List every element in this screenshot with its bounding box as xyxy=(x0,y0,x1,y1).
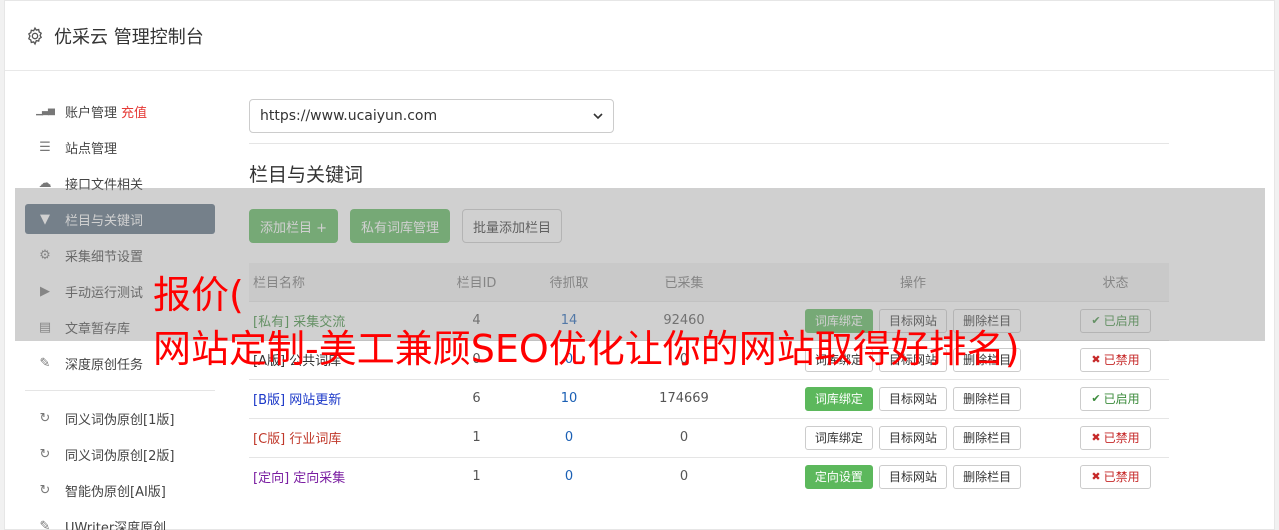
table-row: [C版] 行业词库 1 0 0 词库绑定 目标网站 删除栏目 ✖ 已禁用 xyxy=(249,417,1169,457)
table-row: [B版] 网站更新 6 10 174669 词库绑定 目标网站 删除栏目 ✔ 已启用 xyxy=(249,378,1169,418)
chevron-down-icon xyxy=(593,113,603,120)
row-status: ✖ 已禁用 xyxy=(1062,417,1169,457)
target-site-button[interactable]: 目标网站 xyxy=(878,464,947,489)
delete-column-button[interactable]: 删除栏目 xyxy=(953,425,1022,450)
bind-lib-button[interactable]: 词库绑定 xyxy=(804,386,873,411)
column-id: 1 xyxy=(419,417,534,457)
bar-chart-icon: ▁▃▅ xyxy=(36,106,55,116)
sidebar-item[interactable]: ✎ UWriter深度原创 xyxy=(25,511,215,530)
cross-icon: ✖ xyxy=(1091,353,1101,366)
gear-icon xyxy=(27,26,43,45)
sidebar-item[interactable]: ▁▃▅ 账户管理 充值 xyxy=(25,96,215,126)
refresh-icon: ↻ xyxy=(39,482,51,498)
collected-count: 0 xyxy=(604,417,764,457)
cross-icon: ✖ xyxy=(1091,431,1101,444)
edit-icon: ✎ xyxy=(39,518,51,530)
row-actions: 定向设置 目标网站 删除栏目 xyxy=(764,456,1062,496)
pending-count: 0 xyxy=(534,456,604,496)
status-toggle[interactable]: ✖ 已禁用 xyxy=(1080,347,1151,372)
bind-lib-button[interactable]: 词库绑定 xyxy=(804,425,873,450)
status-toggle[interactable]: ✔ 已启用 xyxy=(1080,386,1151,411)
cross-icon: ✖ xyxy=(1091,470,1101,484)
target-site-button[interactable]: 目标网站 xyxy=(878,425,947,450)
sidebar-item-label: 智能伪原创[AI版] xyxy=(65,484,166,500)
ad-text-line2: 网站定制-美工兼顾SEO优化让你的网站取得好排名) xyxy=(153,327,1020,371)
site-select[interactable]: https://www.ucaiyun.com xyxy=(249,99,614,133)
sidebar-item-label: UWriter深度原创 xyxy=(65,520,167,530)
section-title: 栏目与关键词 xyxy=(249,164,364,186)
sidebar-item[interactable]: ↻ 同义词伪原创[1版] xyxy=(25,403,215,433)
row-status: ✖ 已禁用 xyxy=(1062,456,1169,496)
row-status: ✔ 已启用 xyxy=(1062,378,1169,418)
row-actions: 词库绑定 目标网站 删除栏目 xyxy=(764,378,1062,418)
status-label: 已禁用 xyxy=(1103,431,1140,445)
sidebar-item-label: 同义词伪原创[1版] xyxy=(65,412,175,428)
edit-icon: ✎ xyxy=(39,355,51,371)
table-row: [定向] 定向采集 1 0 0 定向设置 目标网站 删除栏目 ✖ 已禁用 xyxy=(249,456,1169,496)
delete-column-button[interactable]: 删除栏目 xyxy=(953,464,1022,489)
divider xyxy=(249,143,1169,144)
status-toggle[interactable]: ✖ 已禁用 xyxy=(1080,464,1151,489)
recharge-link[interactable]: 充值 xyxy=(121,102,147,121)
sidebar-item-label: 同义词伪原创[2版] xyxy=(65,448,175,464)
sidebar-item-label: 站点管理 xyxy=(65,141,118,157)
ad-text: 报价( 网站定制-美工兼顾SEO优化让你的网站取得好排名) xyxy=(153,268,1020,376)
refresh-icon: ↻ xyxy=(39,446,51,462)
sidebar-item-label: 账户管理 xyxy=(65,105,118,121)
sidebar-item[interactable]: ↻ 同义词伪原创[2版] xyxy=(25,439,215,469)
column-name[interactable]: [C版] 行业词库 xyxy=(249,417,419,457)
status-label: 已启用 xyxy=(1103,392,1140,406)
target-site-button[interactable]: 目标网站 xyxy=(878,386,947,411)
status-toggle[interactable]: ✖ 已禁用 xyxy=(1080,425,1151,450)
bind-lib-button[interactable]: 定向设置 xyxy=(804,464,873,489)
pending-count: 10 xyxy=(534,378,604,418)
row-status: ✖ 已禁用 xyxy=(1062,339,1169,379)
column-id: 1 xyxy=(419,456,534,496)
check-icon: ✔ xyxy=(1091,392,1101,405)
column-name[interactable]: [B版] 网站更新 xyxy=(249,378,419,418)
refresh-icon: ↻ xyxy=(39,410,51,426)
server-icon: ☰ xyxy=(39,139,51,155)
status-label: 已禁用 xyxy=(1103,353,1140,367)
status-label: 已禁用 xyxy=(1103,470,1140,485)
collected-count: 174669 xyxy=(604,378,764,418)
sidebar-divider xyxy=(25,390,215,391)
column-name[interactable]: [定向] 定向采集 xyxy=(249,456,419,496)
ad-text-line1: 报价( xyxy=(153,273,244,317)
pending-count: 0 xyxy=(534,417,604,457)
collected-count: 0 xyxy=(604,456,764,496)
sidebar-item[interactable]: ☰ 站点管理 xyxy=(25,132,215,162)
sidebar-item[interactable]: ↻ 智能伪原创[AI版] xyxy=(25,475,215,505)
delete-column-button[interactable]: 删除栏目 xyxy=(953,386,1022,411)
column-id: 6 xyxy=(419,378,534,418)
row-actions: 词库绑定 目标网站 删除栏目 xyxy=(764,417,1062,457)
sidebar-item-label: 深度原创任务 xyxy=(65,357,144,373)
site-select-value: https://www.ucaiyun.com xyxy=(260,108,438,124)
header: 优采云 管理控制台 xyxy=(5,1,1274,71)
page-title: 优采云 管理控制台 xyxy=(54,26,204,48)
